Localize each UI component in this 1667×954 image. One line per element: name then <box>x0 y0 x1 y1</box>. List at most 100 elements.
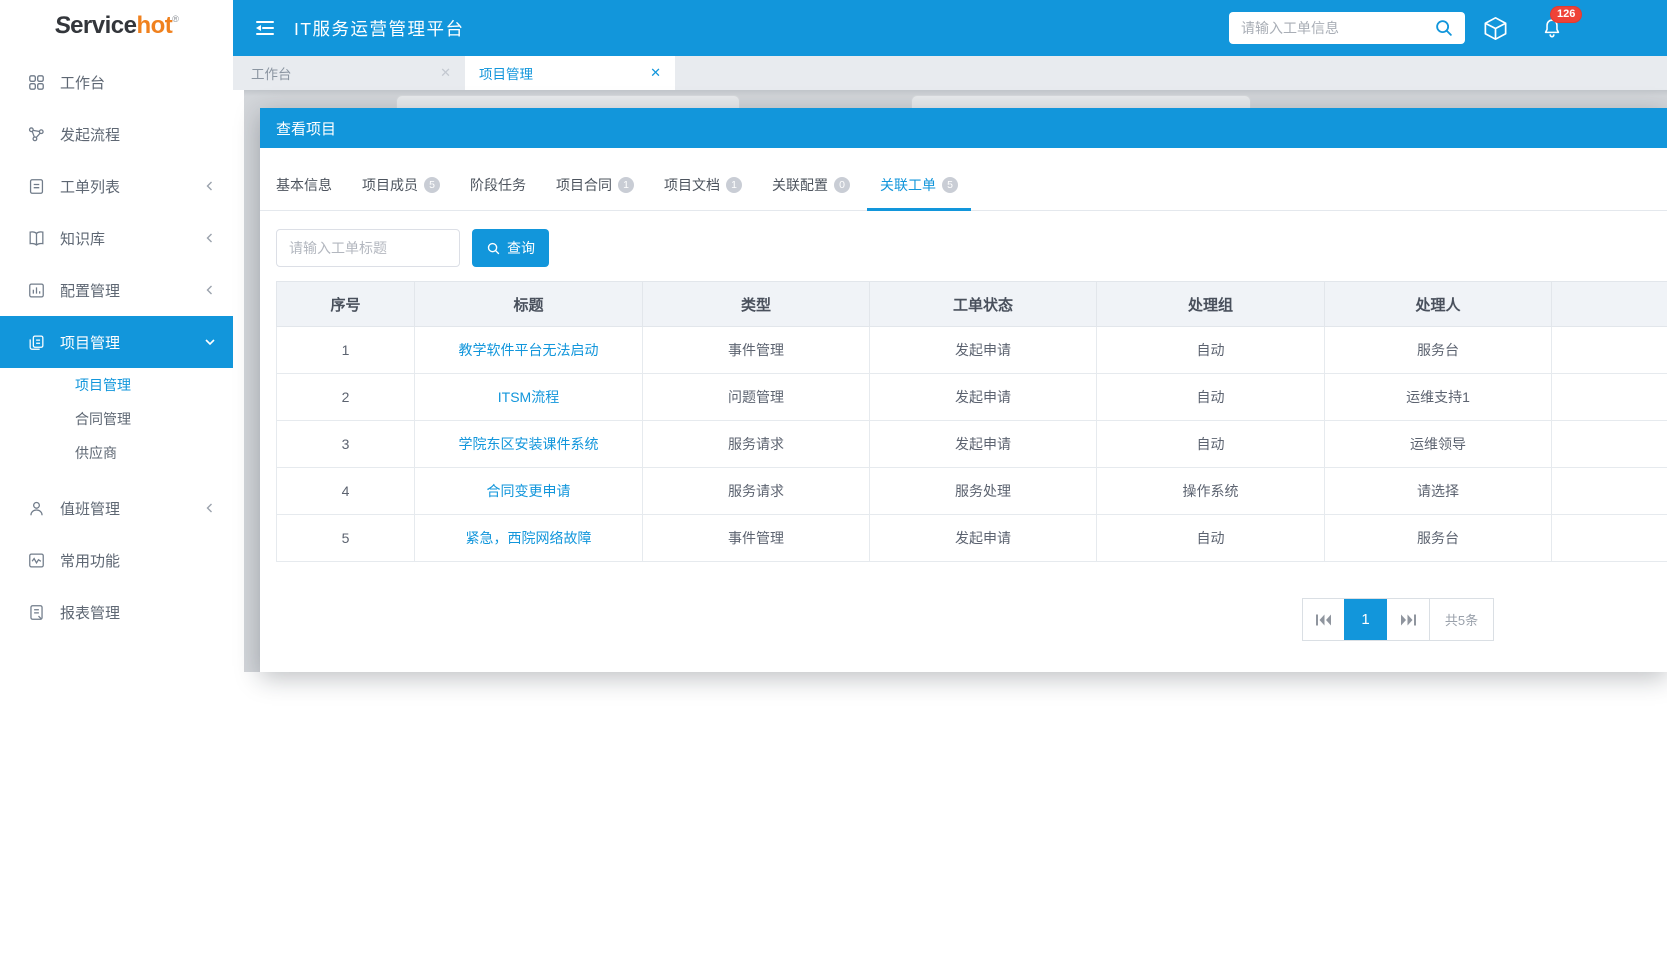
cell-extra <box>1552 515 1667 562</box>
cell-extra <box>1552 374 1667 421</box>
page-tab-project-mgmt[interactable]: 项目管理 ✕ <box>465 56 675 90</box>
table-header-row: 序号 标题 类型 工单状态 处理组 处理人 <box>277 282 1667 327</box>
cell-group: 自动 <box>1097 374 1325 421</box>
chevron-left-icon <box>204 284 216 296</box>
sidebar-item-report-mgmt[interactable]: 报表管理 <box>0 586 233 638</box>
sidebar-subitem-contract-mgmt[interactable]: 合同管理 <box>0 402 233 436</box>
sidebar-item-label: 值班管理 <box>60 498 120 519</box>
query-button-label: 查询 <box>507 238 535 258</box>
sidebar-item-common-functions[interactable]: 常用功能 <box>0 534 233 586</box>
tab-basic-info[interactable]: 基本信息 <box>276 175 332 210</box>
cell-extra <box>1552 468 1667 515</box>
bar-chart-icon <box>27 280 47 300</box>
tab-label: 项目合同 <box>556 175 612 195</box>
tab-label: 基本信息 <box>276 175 332 195</box>
app-title: IT服务运营管理平台 <box>294 16 465 41</box>
tab-label: 关联配置 <box>772 175 828 195</box>
tickets-table-wrap: 序号 标题 类型 工单状态 处理组 处理人 1 教学软件平台无法启动 事件管理 <box>276 281 1667 562</box>
tab-project-contracts[interactable]: 项目合同 1 <box>556 175 634 210</box>
sidebar-item-config-mgmt[interactable]: 配置管理 <box>0 264 233 316</box>
cube-icon[interactable] <box>1482 15 1509 42</box>
last-page-button[interactable] <box>1387 599 1429 640</box>
global-search-input[interactable] <box>1241 20 1433 36</box>
sidebar-item-label: 发起流程 <box>60 124 120 145</box>
page-tab-workbench[interactable]: 工作台 ✕ <box>237 56 465 90</box>
page-tabbar: 工作台 ✕ 项目管理 ✕ <box>233 56 1667 90</box>
view-project-modal: 查看项目 基本信息 项目成员 5 阶段任务 项目合同 1 项目文档 1 关联配置 <box>260 108 1667 672</box>
cell-status: 服务处理 <box>870 468 1097 515</box>
cell-status: 发起申请 <box>870 515 1097 562</box>
sidebar-item-label: 知识库 <box>60 228 105 249</box>
ticket-title-link[interactable]: 紧急，西院网络故障 <box>415 515 643 562</box>
ticket-title-input[interactable] <box>276 229 460 267</box>
cell-seq: 4 <box>277 468 415 515</box>
tab-related-tickets[interactable]: 关联工单 5 <box>880 175 958 210</box>
report-icon <box>27 602 47 622</box>
modal-title: 查看项目 <box>276 118 336 139</box>
ticket-search-row: 查询 <box>276 229 1667 267</box>
cell-handler: 运维支持1 <box>1325 374 1552 421</box>
topbar: IT服务运营管理平台 126 <box>233 0 1667 56</box>
cell-type: 问题管理 <box>643 374 870 421</box>
sidebar-item-knowledge-base[interactable]: 知识库 <box>0 212 233 264</box>
cell-type: 事件管理 <box>643 515 870 562</box>
query-button[interactable]: 查询 <box>472 229 549 267</box>
cell-status: 发起申请 <box>870 421 1097 468</box>
col-header-status: 工单状态 <box>870 282 1097 327</box>
flow-icon <box>27 124 47 144</box>
sidebar-item-start-process[interactable]: 发起流程 <box>0 108 233 160</box>
sidebar-item-label: 配置管理 <box>60 280 120 301</box>
sidebar-subitem-supplier[interactable]: 供应商 <box>0 436 233 470</box>
ticket-list-icon <box>27 176 47 196</box>
cell-extra <box>1552 421 1667 468</box>
notifications-bell[interactable]: 126 <box>1541 16 1563 40</box>
ticket-title-link[interactable]: 合同变更申请 <box>415 468 643 515</box>
page-tab-label: 工作台 <box>251 63 292 83</box>
cell-handler: 服务台 <box>1325 327 1552 374</box>
sidebar-item-label: 常用功能 <box>60 550 120 571</box>
total-count-label: 共5条 <box>1429 599 1493 640</box>
table-row: 4 合同变更申请 服务请求 服务处理 操作系统 请选择 <box>277 468 1667 515</box>
modal-tabbar: 基本信息 项目成员 5 阶段任务 项目合同 1 项目文档 1 关联配置 0 <box>260 148 1667 211</box>
sidebar-item-label: 工单列表 <box>60 176 120 197</box>
project-docs-icon <box>27 332 47 352</box>
tab-label: 阶段任务 <box>470 175 526 195</box>
page-number-button[interactable]: 1 <box>1344 599 1387 640</box>
cell-seq: 3 <box>277 421 415 468</box>
cell-group: 操作系统 <box>1097 468 1325 515</box>
global-search-box <box>1229 12 1465 44</box>
count-badge: 1 <box>726 177 742 193</box>
table-row: 3 学院东区安装课件系统 服务请求 发起申请 自动 运维领导 <box>277 421 1667 468</box>
first-page-button[interactable] <box>1303 599 1344 640</box>
cell-group: 自动 <box>1097 515 1325 562</box>
sidebar-item-duty-mgmt[interactable]: 值班管理 <box>0 482 233 534</box>
col-header-type: 类型 <box>643 282 870 327</box>
count-badge: 5 <box>942 177 958 193</box>
sidebar-item-workbench[interactable]: 工作台 <box>0 56 233 108</box>
sidebar-item-project-mgmt[interactable]: 项目管理 <box>0 316 233 368</box>
table-row: 5 紧急，西院网络故障 事件管理 发起申请 自动 服务台 <box>277 515 1667 562</box>
search-icon[interactable] <box>1433 17 1455 39</box>
count-badge: 1 <box>618 177 634 193</box>
ticket-title-link[interactable]: 学院东区安装课件系统 <box>415 421 643 468</box>
logo-text-dark: ervice <box>70 12 136 40</box>
sidebar-item-ticket-list[interactable]: 工单列表 <box>0 160 233 212</box>
cell-seq: 2 <box>277 374 415 421</box>
close-icon[interactable]: ✕ <box>650 65 661 81</box>
grid-icon <box>27 72 47 92</box>
col-header-title: 标题 <box>415 282 643 327</box>
ticket-title-link[interactable]: 教学软件平台无法启动 <box>415 327 643 374</box>
app-root: Servicehot® 工作台 发起流程 工单列表 <box>0 0 1667 954</box>
ticket-title-link[interactable]: ITSM流程 <box>415 374 643 421</box>
tab-project-members[interactable]: 项目成员 5 <box>362 175 440 210</box>
tab-project-documents[interactable]: 项目文档 1 <box>664 175 742 210</box>
logo-text-accent: hot <box>136 12 172 40</box>
tab-label: 项目文档 <box>664 175 720 195</box>
table-row: 1 教学软件平台无法启动 事件管理 发起申请 自动 服务台 <box>277 327 1667 374</box>
tab-stage-tasks[interactable]: 阶段任务 <box>470 175 526 210</box>
collapse-menu-icon[interactable] <box>253 17 277 39</box>
close-icon[interactable]: ✕ <box>440 65 451 81</box>
tab-related-config[interactable]: 关联配置 0 <box>772 175 850 210</box>
sidebar-subitem-project-mgmt[interactable]: 项目管理 <box>0 368 233 402</box>
pagination: 1 共5条 <box>1302 598 1494 641</box>
